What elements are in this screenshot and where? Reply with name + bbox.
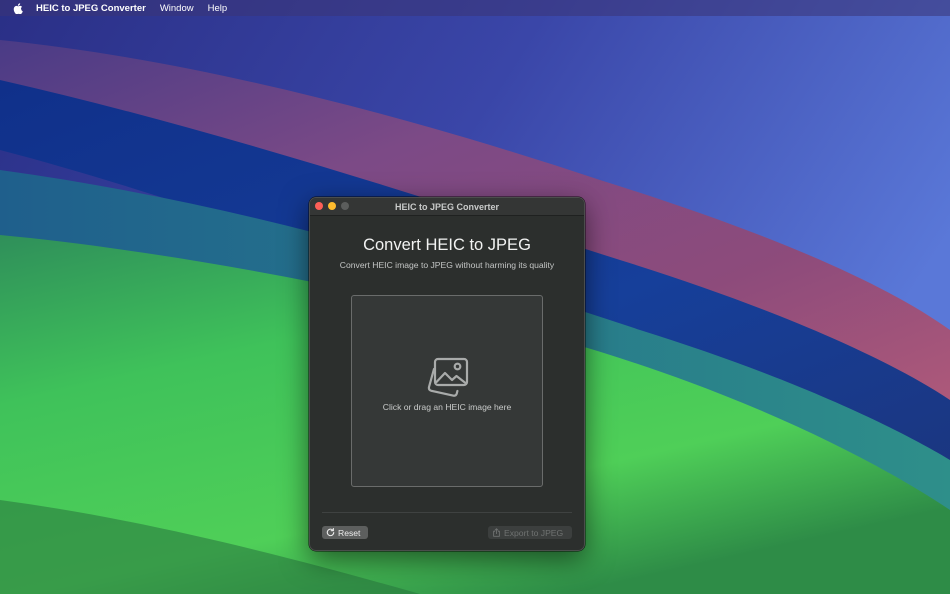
image-drop-zone[interactable]: Click or drag an HEIC image here (351, 295, 543, 487)
zoom-window-button (341, 202, 349, 210)
export-to-jpeg-button: Export to JPEG (488, 526, 572, 539)
menu-window[interactable]: Window (160, 3, 194, 14)
window-title: HEIC to JPEG Converter (394, 201, 500, 212)
page-subtitle: Convert HEIC image to JPEG without harmi… (339, 260, 555, 270)
window-titlebar[interactable]: HEIC to JPEG Converter (310, 198, 584, 216)
reset-button[interactable]: Reset (322, 526, 368, 539)
reset-arrow-icon (326, 528, 335, 537)
drop-zone-label: Click or drag an HEIC image here (382, 402, 512, 412)
share-icon (492, 528, 501, 537)
converter-window: HEIC to JPEG Converter Convert HEIC to J… (309, 197, 585, 551)
footer-divider (322, 512, 572, 513)
page-title: Convert HEIC to JPEG (363, 236, 531, 254)
menu-help[interactable]: Help (208, 3, 228, 14)
menu-app-name[interactable]: HEIC to JPEG Converter (36, 3, 146, 14)
minimize-window-button[interactable] (328, 202, 336, 210)
apple-logo-icon[interactable] (13, 2, 23, 14)
desktop: HEIC to JPEG Converter Window Help HEIC … (0, 0, 950, 594)
export-button-label: Export to JPEG (504, 527, 564, 538)
photo-stack-icon (427, 357, 469, 397)
close-window-button[interactable] (315, 202, 323, 210)
reset-button-label: Reset (338, 527, 361, 538)
menu-bar: HEIC to JPEG Converter Window Help (0, 0, 950, 16)
